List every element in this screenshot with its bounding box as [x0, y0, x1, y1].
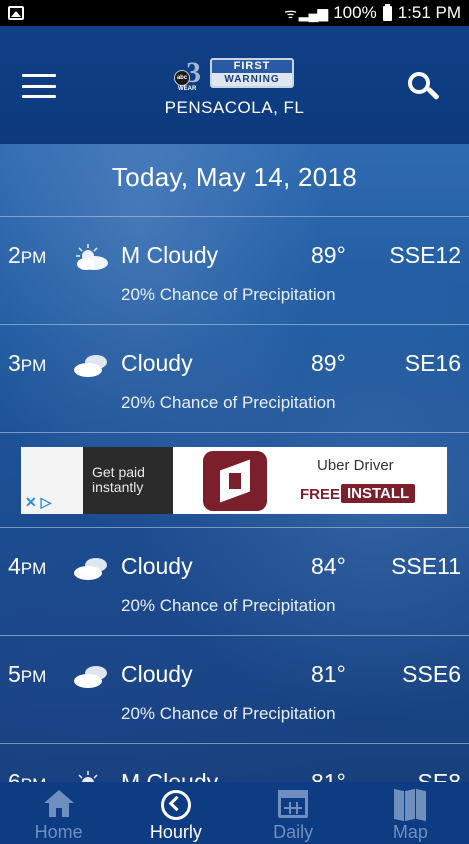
station-logo: 3 abc WEAR FIRST WARNING — [172, 56, 296, 92]
search-icon[interactable] — [406, 70, 440, 104]
condition-text: M Cloudy — [121, 242, 219, 268]
hamburger-menu-icon[interactable] — [22, 74, 56, 98]
wind: SSE6 — [402, 661, 461, 687]
wind: SE8 — [417, 769, 461, 782]
first-warning-badge: FIRST WARNING — [210, 58, 294, 88]
app-header: 3 abc WEAR FIRST WARNING PENSACOLA, FL — [0, 26, 469, 144]
clock-back-icon — [160, 790, 191, 820]
nav-label: Hourly — [149, 822, 202, 842]
cloudy-icon — [74, 558, 107, 580]
gallery-notification-icon — [8, 6, 24, 20]
hour-row[interactable]: 3PM Cloudy 89° SE16 20% Chance of Precip… — [0, 324, 469, 432]
hour-row[interactable]: 2PM M Cloudy 89° SSE12 20% Chance of Pre… — [0, 216, 469, 324]
temperature: 84° — [311, 553, 346, 579]
status-bar: ᯤ ▂▄▆ 100% 1:51 PM — [0, 0, 469, 26]
temperature: 81° — [311, 661, 346, 687]
nav-label: Home — [34, 822, 83, 842]
nav-hourly[interactable]: Hourly — [117, 782, 234, 844]
condition-text: Cloudy — [121, 553, 193, 579]
battery-percent: 100% — [333, 3, 377, 22]
wind: SSE11 — [391, 553, 461, 579]
condition-text: Cloudy — [121, 350, 193, 376]
ad-banner[interactable]: ✕ ▷ Get paid instantly Uber Driver FREE … — [21, 447, 447, 514]
location-label[interactable]: PENSACOLA, FL — [0, 98, 469, 118]
hour-row[interactable]: 6PM M Cloudy 81° SE8 — [0, 743, 469, 782]
uber-driver-app-icon — [203, 451, 267, 511]
precipitation-chance: 20% Chance of Precipitation — [121, 596, 336, 615]
condition-text: M Cloudy — [121, 769, 219, 782]
clock-time: 1:51 PM — [397, 3, 461, 22]
nav-daily[interactable]: Daily — [235, 782, 352, 844]
wind: SE16 — [404, 350, 461, 376]
precipitation-chance: 20% Chance of Precipitation — [121, 393, 336, 412]
ad-tagline: Get paid instantly — [83, 447, 173, 514]
temperature: 89° — [311, 242, 346, 268]
wind: SSE12 — [389, 242, 461, 268]
hour-time: 3PM — [8, 350, 47, 376]
temperature: 89° — [311, 350, 346, 376]
date-title: Today, May 14, 2018 — [111, 162, 358, 192]
nav-label: Daily — [273, 822, 314, 842]
channel-3-logo: 3 abc WEAR — [172, 58, 208, 92]
precipitation-chance: 20% Chance of Precipitation — [121, 285, 336, 304]
hour-row[interactable]: 4PM Cloudy 84° SSE11 20% Chance of Preci… — [0, 527, 469, 635]
hour-time: 5PM — [8, 661, 47, 687]
cloudy-icon — [74, 355, 107, 377]
nav-home[interactable]: Home — [0, 782, 117, 844]
nav-label: Map — [392, 822, 428, 842]
divider — [0, 432, 469, 433]
hour-row[interactable]: 5PM Cloudy 81° SSE6 20% Chance of Precip… — [0, 635, 469, 743]
calendar-icon — [278, 790, 309, 818]
map-icon — [394, 788, 427, 822]
hour-time: 2PM — [8, 242, 47, 268]
home-icon — [43, 790, 74, 818]
hour-time: 4PM — [8, 553, 47, 579]
nav-map[interactable]: Map — [352, 782, 469, 844]
ad-choices-area: ✕ ▷ — [21, 447, 83, 514]
hourly-forecast-list[interactable]: Today, May 14, 2018 2PM M Cloudy 89° SSE… — [0, 144, 469, 782]
battery-icon — [382, 3, 392, 21]
cloudy-icon — [74, 666, 107, 688]
install-button[interactable]: INSTALL — [341, 484, 416, 503]
ad-free-label: FREE — [300, 486, 341, 503]
bottom-navigation: Home Hourly Daily Map — [0, 782, 469, 844]
mostly-cloudy-icon — [76, 244, 108, 270]
condition-text: Cloudy — [121, 661, 193, 687]
hour-time: 6PM — [8, 769, 46, 782]
ad-choices-icon[interactable]: ✕ ▷ — [25, 494, 51, 511]
mostly-cloudy-icon — [78, 771, 98, 782]
wifi-signal-icon: ᯤ ▂▄▆ — [284, 4, 328, 21]
status-right: ᯤ ▂▄▆ 100% 1:51 PM — [284, 3, 461, 23]
ad-title: Uber Driver — [317, 457, 394, 474]
precipitation-chance: 20% Chance of Precipitation — [121, 704, 336, 723]
temperature: 81° — [311, 769, 346, 782]
